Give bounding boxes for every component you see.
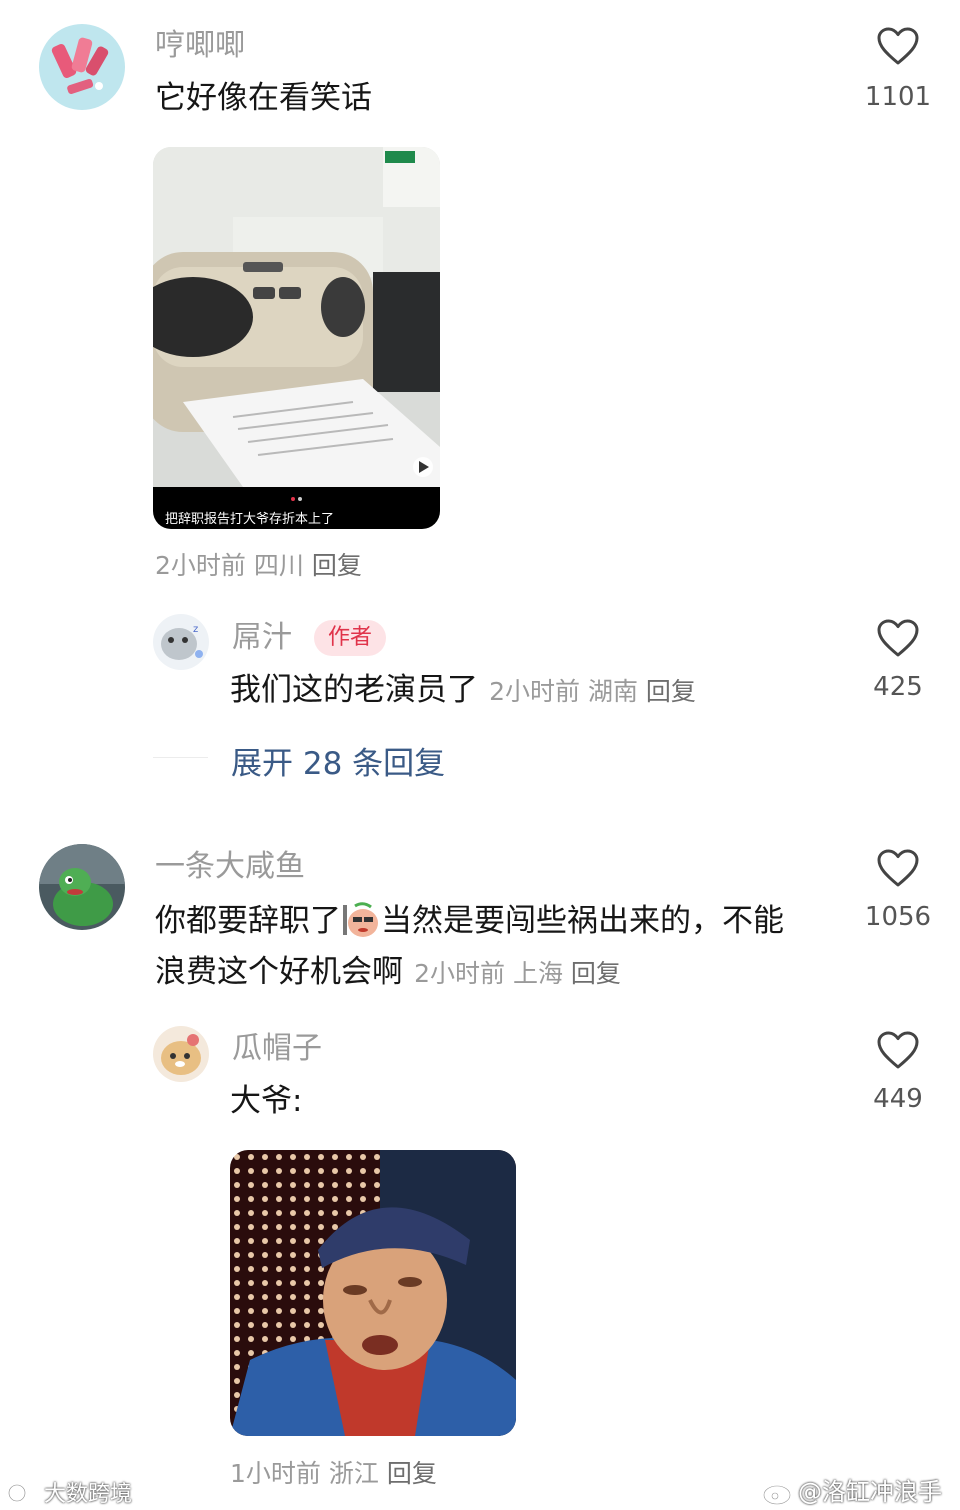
reply-time: 1小时前 xyxy=(230,1459,321,1488)
comment-time: 2小时前 xyxy=(414,959,505,988)
avatar[interactable] xyxy=(39,24,125,110)
comment-text-part: 你都要辞职了 xyxy=(155,903,341,939)
reply-text: 我们这的老演员了 xyxy=(230,672,478,708)
watermark-right: @洛缸冲浪手 xyxy=(762,1472,942,1507)
comment-time: 2小时前 xyxy=(155,551,246,580)
reply-body: 我们这的老演员了 2小时前 湖南 回复 xyxy=(230,670,696,710)
watermark-text: 大数跨境 xyxy=(44,1482,133,1507)
like-count: 425 xyxy=(873,672,923,702)
reply-location: 湖南 xyxy=(587,677,638,706)
like-count: 1101 xyxy=(864,82,932,112)
heart-outline-icon[interactable] xyxy=(876,26,920,66)
reply-meta: 1小时前 浙江 回复 xyxy=(230,1454,437,1490)
like-count: 449 xyxy=(873,1084,923,1114)
expand-divider xyxy=(153,757,208,758)
comment-text-line2: 浪费这个好机会啊 2小时前 上海 回复 xyxy=(155,952,621,992)
like-button[interactable]: 1101 xyxy=(843,26,953,116)
like-button[interactable]: 1056 xyxy=(843,848,953,938)
author-badge: 作者 xyxy=(314,620,387,656)
watermark-text: @洛缸冲浪手 xyxy=(798,1478,942,1506)
reply-username[interactable]: 瓜帽子 xyxy=(232,1031,322,1067)
reply-meta: 2小时前 湖南 回复 xyxy=(489,677,696,706)
heart-outline-icon[interactable] xyxy=(876,1030,920,1070)
comment-username[interactable]: 哼唧唧 xyxy=(155,28,245,64)
comment-meta: 2小时前 四川 回复 xyxy=(155,546,362,582)
reply-text: 大爷: xyxy=(230,1083,303,1119)
reply-username[interactable]: 屌汁 xyxy=(232,620,292,656)
image-caption: 把辞职报告打大爷存折本上了 xyxy=(165,512,335,527)
heart-outline-icon[interactable] xyxy=(876,848,920,888)
reply-time: 2小时前 xyxy=(489,677,580,706)
comment-meta: 2小时前 上海 回复 xyxy=(414,959,621,988)
comment-text: 你都要辞职了 当然是要闯些祸出来的，不能 xyxy=(155,899,784,941)
printer-photo xyxy=(153,147,440,529)
svg-text:z: z xyxy=(193,624,198,635)
comment-username[interactable]: 一条大咸鱼 xyxy=(155,849,305,885)
comment-location: 四川 xyxy=(253,551,304,580)
comment-location: 上海 xyxy=(512,959,563,988)
comment-text-part: 当然是要闯些祸出来的，不能 xyxy=(381,903,784,939)
like-count: 1056 xyxy=(864,902,932,932)
avatar[interactable] xyxy=(153,1026,209,1082)
like-button[interactable]: 449 xyxy=(843,1030,953,1120)
avatar[interactable] xyxy=(39,844,125,930)
reply-button[interactable]: 回复 xyxy=(387,1459,437,1488)
reply-button[interactable]: 回复 xyxy=(312,551,362,580)
reply-button[interactable]: 回复 xyxy=(646,677,696,706)
avatar[interactable]: z xyxy=(153,614,209,670)
comment-image[interactable]: 把辞职报告打大爷存折本上了 xyxy=(153,147,440,529)
watermark-logo-icon xyxy=(8,1481,44,1505)
like-button[interactable]: 425 xyxy=(843,618,953,708)
weibo-logo-icon xyxy=(762,1478,798,1506)
reply-button[interactable]: 回复 xyxy=(571,959,621,988)
reply-image[interactable] xyxy=(230,1150,516,1436)
watermark-left: 大数跨境 xyxy=(8,1476,132,1508)
comment-text-part: 浪费这个好机会啊 xyxy=(155,954,403,990)
reply-location: 浙江 xyxy=(328,1459,379,1488)
comment-text: 它好像在看笑话 xyxy=(155,80,372,116)
meme-photo xyxy=(230,1150,516,1436)
emoji-sticker-icon xyxy=(341,899,381,939)
heart-outline-icon[interactable] xyxy=(876,618,920,658)
expand-replies-button[interactable]: 展开 28 条回复 xyxy=(231,738,445,783)
